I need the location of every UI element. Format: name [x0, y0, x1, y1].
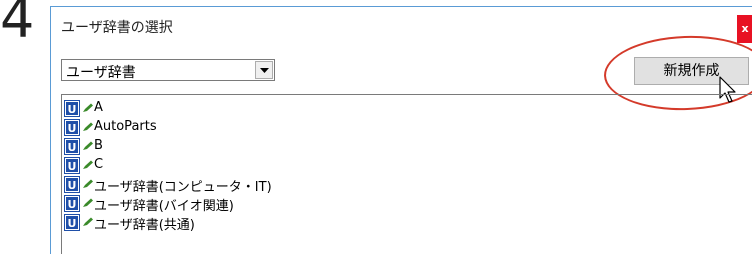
svg-text:U: U	[68, 122, 77, 135]
svg-text:U: U	[68, 103, 77, 116]
dictionary-name: C	[94, 157, 104, 172]
svg-text:U: U	[68, 198, 77, 211]
dictionary-name: ユーザ辞書(バイオ関連)	[94, 199, 234, 214]
dialog-title: ユーザ辞書の選択	[61, 20, 173, 36]
pencil-icon	[83, 198, 93, 207]
title-bar: ユーザ辞書の選択 x	[51, 7, 752, 43]
dropdown-selected-value: ユーザ辞書	[66, 65, 136, 81]
pencil-icon	[83, 122, 93, 131]
chevron-down-icon	[260, 68, 269, 73]
dropdown-arrow-button[interactable]	[255, 61, 273, 79]
user-dictionary-icon: U	[64, 176, 80, 193]
select-user-dictionary-dialog: ユーザ辞書の選択 x ユーザ辞書 新規作成 U A U AutoParts U …	[50, 6, 752, 254]
pencil-icon	[83, 179, 93, 188]
dictionary-name: AutoParts	[94, 119, 157, 134]
pencil-icon	[83, 160, 93, 169]
svg-text:U: U	[68, 179, 77, 192]
user-dictionary-icon: U	[64, 195, 80, 212]
svg-text:U: U	[68, 160, 77, 173]
svg-text:U: U	[68, 217, 77, 230]
user-dictionary-icon: U	[64, 214, 80, 231]
user-dictionary-icon: U	[64, 138, 80, 155]
user-dictionary-icon: U	[64, 119, 80, 136]
dictionary-name: A	[94, 100, 103, 115]
dictionary-name: B	[94, 138, 103, 153]
pencil-icon	[83, 141, 93, 150]
svg-text:U: U	[68, 141, 77, 154]
user-dictionary-icon: U	[64, 157, 80, 174]
step-number: 4	[0, 0, 35, 50]
user-dictionary-icon: U	[64, 100, 80, 117]
pencil-icon	[83, 217, 93, 226]
dictionary-name: ユーザ辞書(コンピュータ・IT)	[94, 180, 272, 195]
dictionary-name: ユーザ辞書(共通)	[94, 218, 195, 233]
close-button[interactable]: x	[737, 15, 752, 43]
pencil-icon	[83, 103, 93, 112]
dictionary-type-dropdown[interactable]: ユーザ辞書	[61, 59, 275, 81]
dictionary-list[interactable]: U A U AutoParts U B U C U ユーザ辞書(コンピュータ・I…	[61, 94, 752, 254]
